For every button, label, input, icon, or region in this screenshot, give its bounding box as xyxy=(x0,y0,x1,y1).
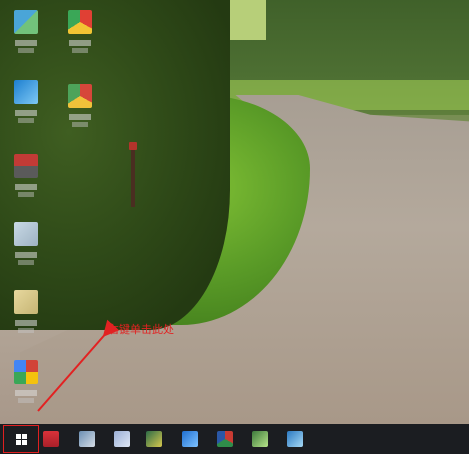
start-button[interactable] xyxy=(3,425,39,453)
icon-label xyxy=(18,118,34,123)
taskbar-app-5[interactable] xyxy=(182,431,198,447)
icon-label xyxy=(15,252,37,258)
icon-label xyxy=(15,184,37,190)
app-icon xyxy=(14,80,38,104)
desktop-icon-5[interactable] xyxy=(10,150,42,200)
icon-label xyxy=(15,40,37,46)
icon-label xyxy=(72,122,88,127)
browser-icon xyxy=(68,84,92,108)
browser-icon xyxy=(68,10,92,34)
windows-logo-icon xyxy=(15,433,27,445)
desktop-icon-8[interactable] xyxy=(10,356,42,406)
taskbar-app-4[interactable] xyxy=(146,431,162,447)
icon-label xyxy=(15,110,37,116)
taskbar-app-6[interactable] xyxy=(217,431,233,447)
icon-label xyxy=(15,390,37,396)
taskbar xyxy=(0,424,469,454)
file-icon xyxy=(14,290,38,314)
icon-label xyxy=(72,48,88,53)
taskbar-app-3[interactable] xyxy=(114,431,130,447)
taskbar-app-8[interactable] xyxy=(287,431,303,447)
icon-label xyxy=(15,320,37,326)
desktop-icon-1[interactable] xyxy=(10,6,42,56)
desktop-icon-4[interactable] xyxy=(64,80,96,130)
icon-label xyxy=(18,398,34,403)
icon-label xyxy=(18,192,34,197)
taskbar-app-7[interactable] xyxy=(252,431,268,447)
annotation-text: 右键单击此处 xyxy=(108,323,174,336)
icon-label xyxy=(18,328,34,333)
icon-label xyxy=(69,40,91,46)
app-icon xyxy=(14,154,38,178)
icon-label xyxy=(18,260,34,265)
icon-label xyxy=(69,114,91,120)
taskbar-app-1[interactable] xyxy=(43,431,59,447)
desktop-icon-7[interactable] xyxy=(10,286,42,336)
background-post xyxy=(131,145,135,207)
app-icon xyxy=(14,10,38,34)
file-icon xyxy=(14,222,38,246)
desktop-icon-2[interactable] xyxy=(64,6,96,56)
desktop-icon-3[interactable] xyxy=(10,76,42,126)
background-post-top xyxy=(129,142,137,150)
browser-icon xyxy=(14,360,38,384)
desktop-icon-6[interactable] xyxy=(10,218,42,268)
desktop: 右键单击此处 xyxy=(0,0,469,454)
icon-label xyxy=(18,48,34,53)
taskbar-app-2[interactable] xyxy=(79,431,95,447)
